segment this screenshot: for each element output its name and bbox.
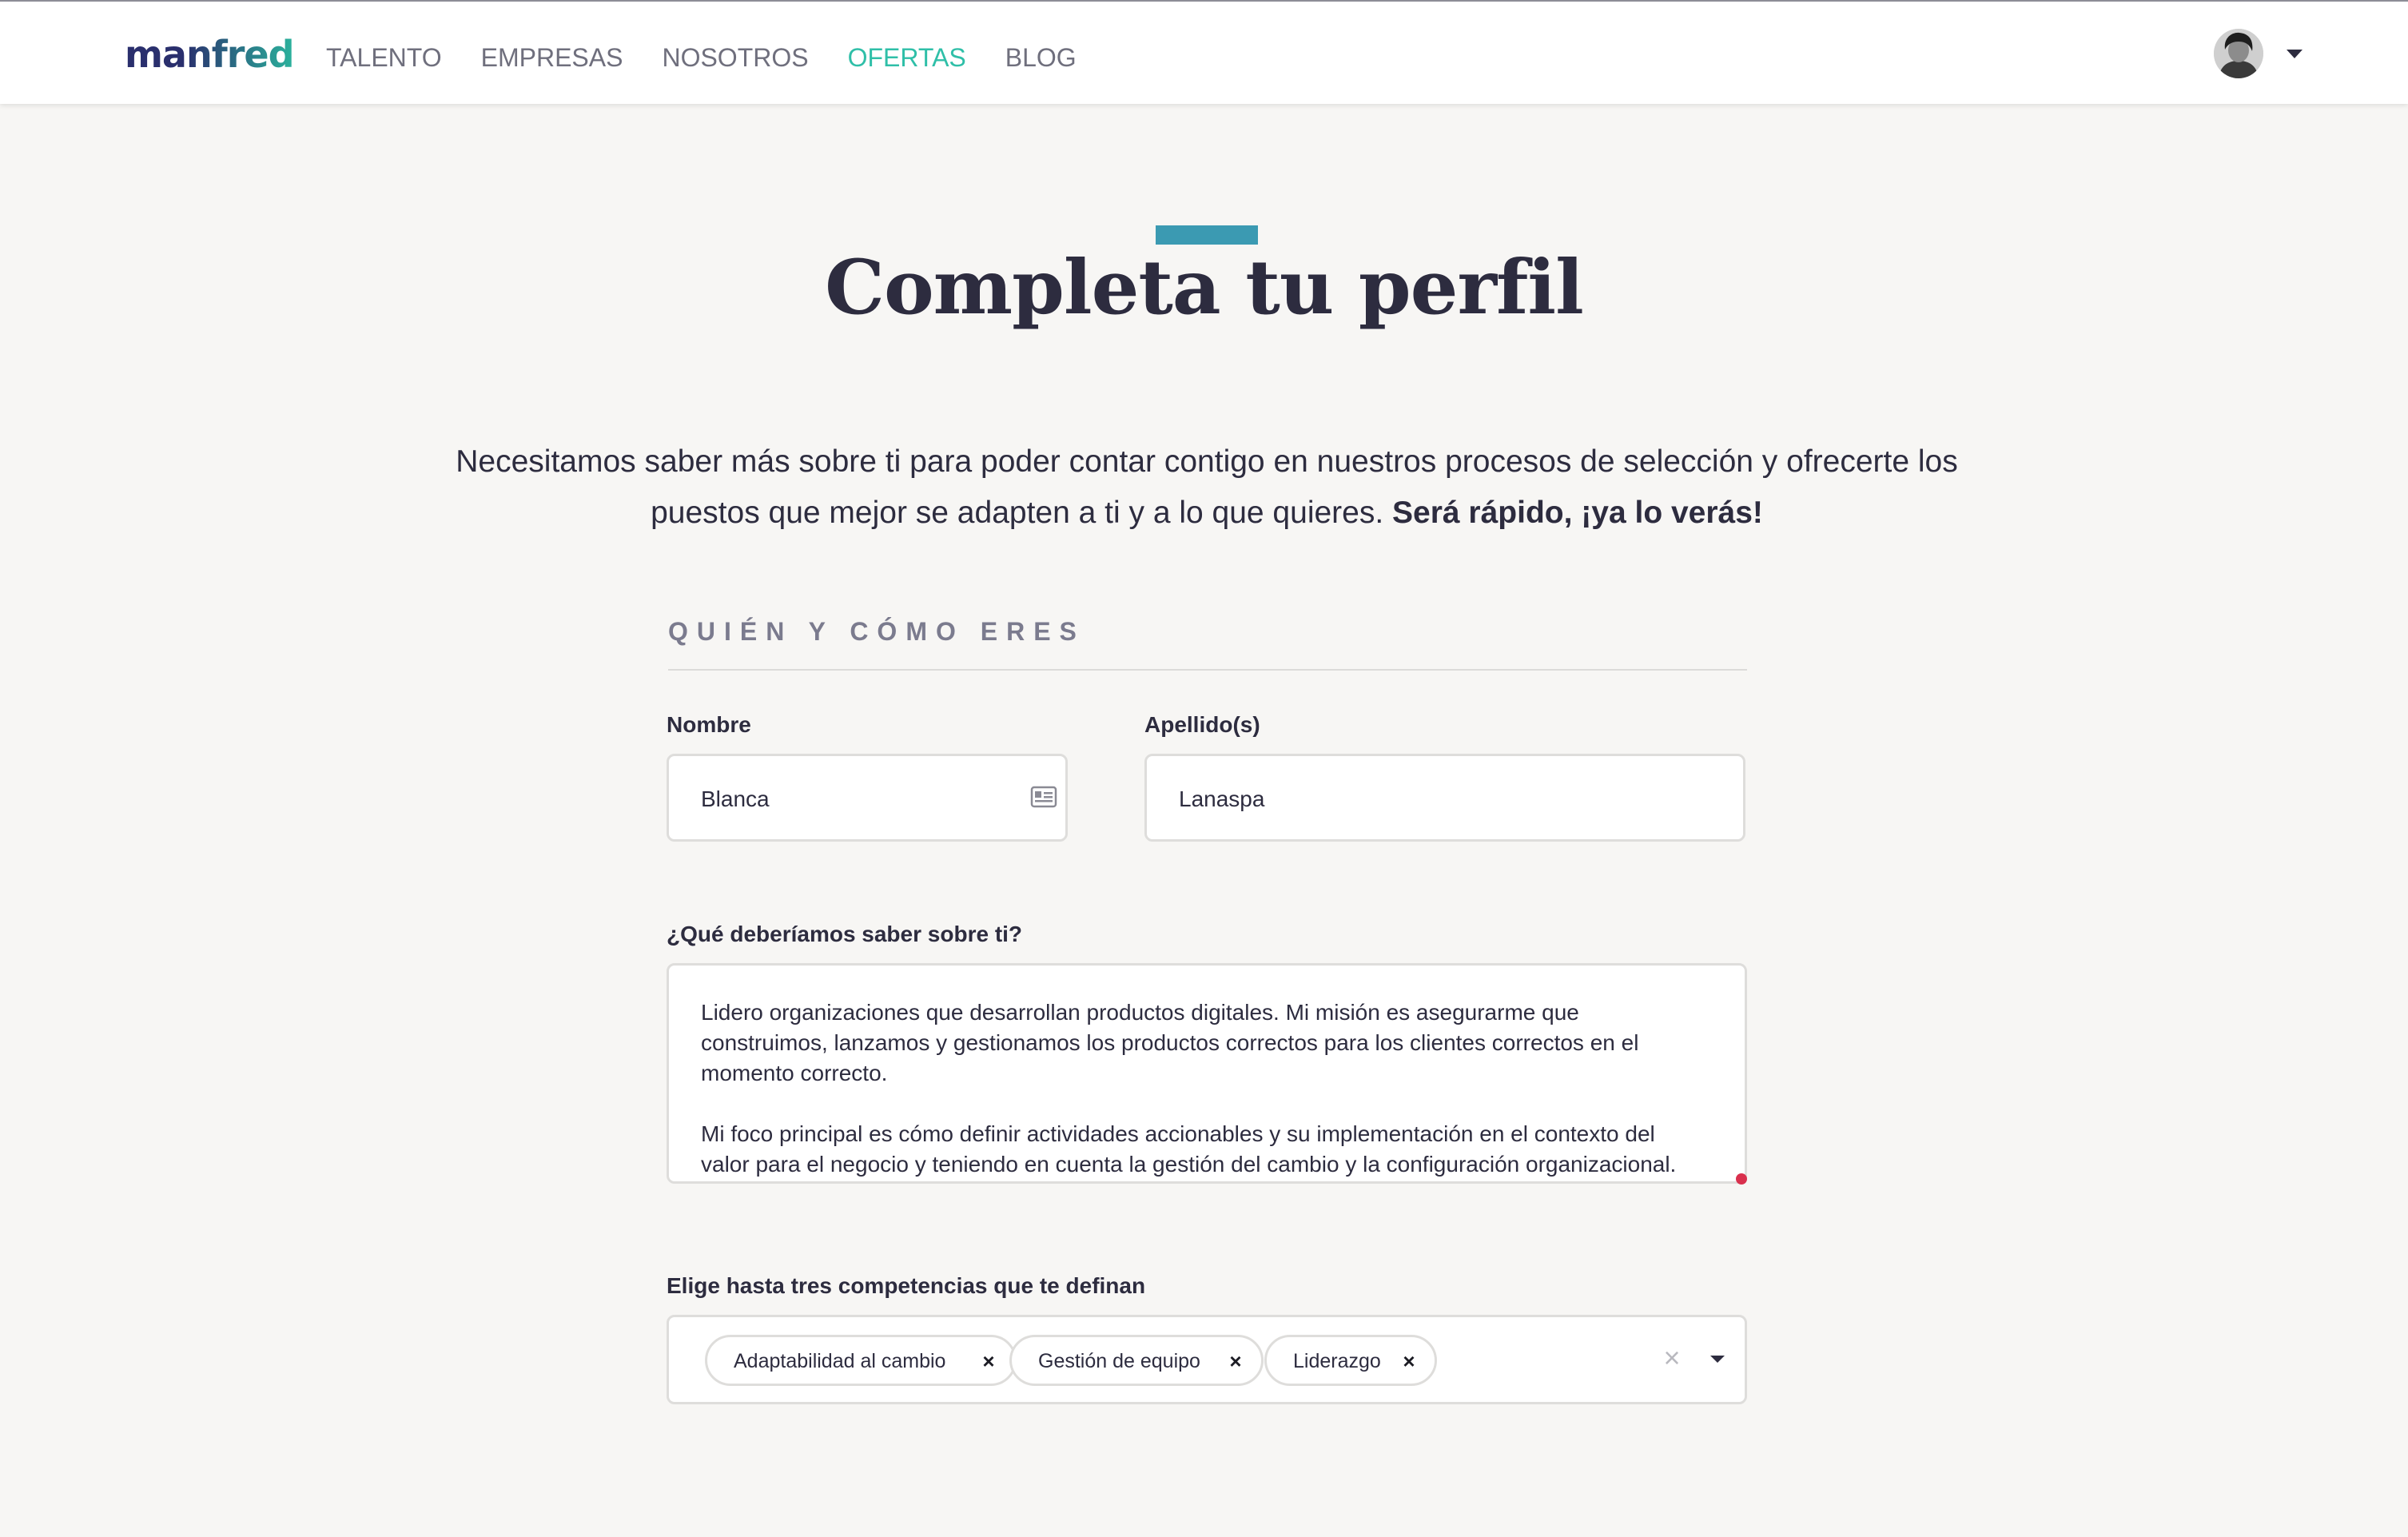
chip-label: Gestión de equipo [1038, 1350, 1200, 1372]
chevron-down-icon[interactable] [2284, 43, 2305, 64]
competency-chip: Liderazgo × [1264, 1335, 1437, 1386]
competency-chip: Adaptabilidad al cambio × [705, 1335, 1017, 1386]
user-avatar[interactable] [2214, 29, 2263, 78]
competencies-select[interactable]: Adaptabilidad al cambio × Gestión de equ… [667, 1315, 1747, 1404]
chip-label: Liderazgo [1293, 1350, 1381, 1372]
nav-nosotros[interactable]: NOSOTROS [662, 40, 808, 75]
competencies-label: Elige hasta tres competencias que te def… [667, 1273, 1146, 1298]
nav-empresas[interactable]: EMPRESAS [481, 40, 623, 75]
first-name-field[interactable]: Blanca [667, 754, 1068, 842]
main-nav: TALENTO EMPRESAS NOSOTROS OFERTAS BLOG [326, 40, 1116, 75]
intro-text: Necesitamos saber más sobre ti para pode… [416, 436, 1998, 539]
id-card-icon [1030, 786, 1057, 808]
user-avatar-photo [2214, 29, 2263, 78]
section-title: QUIÉN Y CÓMO ERES [668, 617, 1085, 646]
remove-chip-icon[interactable]: × [977, 1350, 1000, 1372]
textarea-resize-handle[interactable] [1736, 1173, 1747, 1185]
about-label: ¿Qué deberíamos saber sobre ti? [667, 922, 1023, 946]
page-title: Completa tu perfil [825, 244, 1584, 332]
nav-blog[interactable]: BLOG [1005, 40, 1077, 75]
chip-label: Adaptabilidad al cambio [734, 1350, 946, 1372]
remove-chip-icon[interactable]: × [1224, 1350, 1247, 1372]
first-name-label: Nombre [667, 712, 751, 737]
about-paragraph: Mi foco principal es cómo definir activi… [701, 1121, 1677, 1177]
top-navigation-bar: manfred TALENTO EMPRESAS NOSOTROS OFERTA… [0, 0, 2408, 104]
nav-ofertas[interactable]: OFERTAS [848, 40, 966, 75]
about-text: Lidero organizaciones que desarrollan pr… [701, 997, 1700, 1181]
about-textarea[interactable]: Lidero organizaciones que desarrollan pr… [667, 963, 1747, 1184]
last-name-field[interactable]: Lanaspa [1144, 754, 1745, 842]
last-name-label: Apellido(s) [1144, 712, 1260, 737]
intro-text-bold: Será rápido, ¡ya lo verás! [1392, 496, 1763, 530]
clear-all-icon[interactable]: × [1660, 1344, 1684, 1372]
competency-chip: Gestión de equipo × [1009, 1335, 1264, 1386]
section-divider [668, 669, 1747, 671]
first-name-value: Blanca [701, 786, 770, 811]
about-paragraph: Lidero organizaciones que desarrollan pr… [701, 1000, 1639, 1085]
last-name-value: Lanaspa [1179, 786, 1265, 811]
nav-talento[interactable]: TALENTO [326, 40, 442, 75]
remove-chip-icon[interactable]: × [1398, 1350, 1420, 1372]
chevron-down-icon[interactable] [1708, 1349, 1727, 1368]
manfred-logo[interactable]: manfred [125, 30, 295, 78]
